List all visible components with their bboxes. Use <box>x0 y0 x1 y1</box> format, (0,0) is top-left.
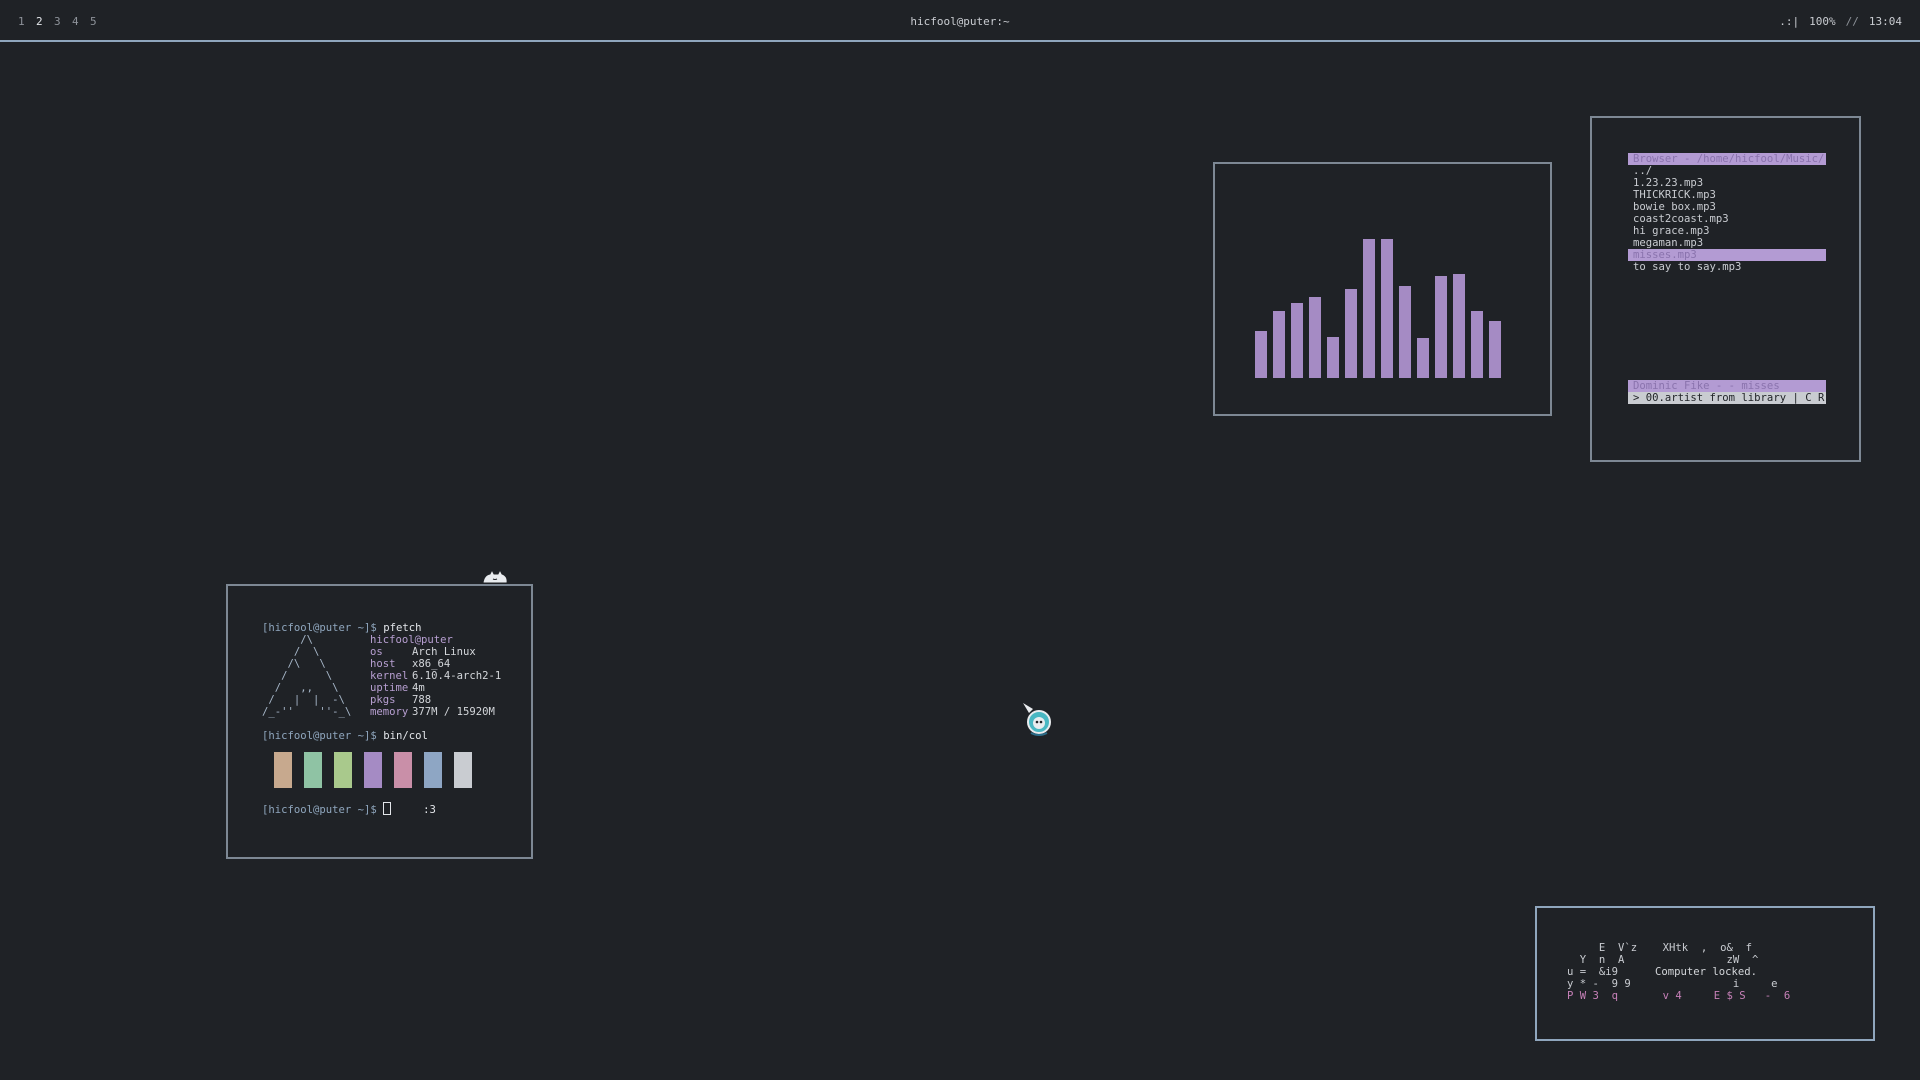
fetch-value-uptime: 4m <box>412 682 425 694</box>
fetch-value-memory: 377M / 15920M <box>412 706 495 718</box>
clock: 13:04 <box>1868 15 1902 28</box>
color-swatch <box>424 752 442 788</box>
fetch-value-os: Arch Linux <box>412 646 476 658</box>
glitch-noise-line: E V`z XHtk , o& f <box>1567 942 1752 954</box>
fetch-key-os: os <box>370 646 383 658</box>
visualizer-bar <box>1435 276 1447 378</box>
terminal-window[interactable]: [hicfool@puter ~]$ pfetch /\ / \ /\ \ / … <box>226 584 533 859</box>
text-cursor <box>383 802 392 815</box>
arch-logo-line: / | | -\ <box>262 694 345 706</box>
file-item[interactable]: hi grace.mp3 <box>1628 225 1826 237</box>
visualizer-bar <box>1309 297 1321 378</box>
fetch-value-pkgs: 788 <box>412 694 432 706</box>
color-swatch <box>454 752 472 788</box>
visualizer-bar <box>1363 239 1375 378</box>
prompt: [hicfool@puter ~]$ <box>262 804 377 816</box>
glitch-noise-line: Y n A zW ^ <box>1567 954 1759 966</box>
visualizer-bar <box>1291 303 1303 378</box>
file-item[interactable]: to say to say.mp3 <box>1628 261 1826 273</box>
signal-indicator: .:| <box>1779 15 1800 28</box>
glitch-noise-line: P W 3 q v 4 E $ S - 6 <box>1567 990 1791 1002</box>
visualizer-bar <box>1381 239 1393 378</box>
command: pfetch <box>383 622 422 634</box>
arch-logo-line: / ,, \ <box>262 682 339 694</box>
file-item-selected[interactable]: misses.mp3 <box>1628 249 1826 261</box>
file-item[interactable]: coast2coast.mp3 <box>1628 213 1826 225</box>
arch-logo-line: / \ <box>262 646 320 658</box>
status-separator: // <box>1845 15 1859 28</box>
prompt-line-2: [hicfool@puter ~]$ bin/col <box>262 730 428 742</box>
lock-screen-window: E V`z XHtk , o& f Y n A zW ^ u = &i9 y *… <box>1535 906 1875 1041</box>
glitch-noise-line: y * - 9 9 i e <box>1567 978 1778 990</box>
visualizer-bar <box>1255 331 1267 378</box>
browser-header: Browser - /home/hicfool/Music/ <box>1628 153 1826 165</box>
fetch-value-kernel: 6.10.4-arch2-1 <box>412 670 502 682</box>
now-playing: Dominic Fike - - misses <box>1628 380 1826 392</box>
visualizer-bar <box>1399 286 1411 378</box>
visualizer-bar <box>1453 274 1465 378</box>
fetch-key-host: host <box>370 658 396 670</box>
prompt: [hicfool@puter ~]$ <box>262 730 377 742</box>
volume-level[interactable]: 100% <box>1809 15 1836 28</box>
visualizer-bar <box>1417 338 1429 378</box>
visualizer-bar <box>1273 311 1285 378</box>
fetch-value-host: x86_64 <box>412 658 451 670</box>
fetch-key-uptime: uptime <box>370 682 409 694</box>
window-title: hicfool@puter:~ <box>910 15 1010 28</box>
fetch-key-kernel: kernel <box>370 670 409 682</box>
color-swatch <box>364 752 382 788</box>
prompt: [hicfool@puter ~]$ <box>262 622 377 634</box>
file-item[interactable]: megaman.mp3 <box>1628 237 1826 249</box>
visualizer-bar <box>1345 289 1357 378</box>
arch-logo-line: /\ \ <box>262 658 326 670</box>
color-swatch <box>304 752 322 788</box>
prompt-line-3[interactable]: [hicfool@puter ~]$ :3 <box>262 802 436 816</box>
color-swatch <box>394 752 412 788</box>
sleeping-cat-icon <box>482 568 508 584</box>
top-bar: 1 2 3 4 5 hicfool@puter:~ .:| 100% // 13… <box>0 0 1920 42</box>
file-item[interactable]: THICKRICK.mp3 <box>1628 189 1826 201</box>
mascot-icon <box>1023 703 1051 736</box>
color-swatch <box>274 752 292 788</box>
status-area: .:| 100% // 13:04 <box>1779 15 1902 28</box>
arch-logo-line: /_-'' ''-_\ <box>262 706 352 718</box>
fetch-username: hicfool@puter <box>370 634 453 646</box>
trailing-text: :3 <box>423 804 436 816</box>
fetch-key-memory: memory <box>370 706 409 718</box>
visualizer-bar <box>1327 337 1339 378</box>
active-workspace-indicator <box>30 40 48 42</box>
arch-logo-line: / \ <box>262 670 333 682</box>
fetch-key-pkgs: pkgs <box>370 694 396 706</box>
file-item[interactable]: ../ <box>1628 165 1826 177</box>
command-line[interactable]: > 00.artist from library | C R <box>1628 392 1826 404</box>
visualizer-bar <box>1471 311 1483 378</box>
visualizer-bar <box>1489 321 1501 378</box>
glitch-noise-line: u = &i9 <box>1567 966 1631 978</box>
file-item[interactable]: bowie box.mp3 <box>1628 201 1826 213</box>
arch-logo-line: /\ <box>262 634 314 646</box>
file-item[interactable]: 1.23.23.mp3 <box>1628 177 1826 189</box>
music-player-window[interactable]: Browser - /home/hicfool/Music/ ../ 1.23.… <box>1590 116 1861 462</box>
prompt-line-1: [hicfool@puter ~]$ pfetch <box>262 622 421 634</box>
color-swatch <box>334 752 352 788</box>
lock-message: Computer locked. <box>1655 966 1758 978</box>
audio-visualizer-window[interactable] <box>1213 162 1552 416</box>
command: bin/col <box>383 730 428 742</box>
